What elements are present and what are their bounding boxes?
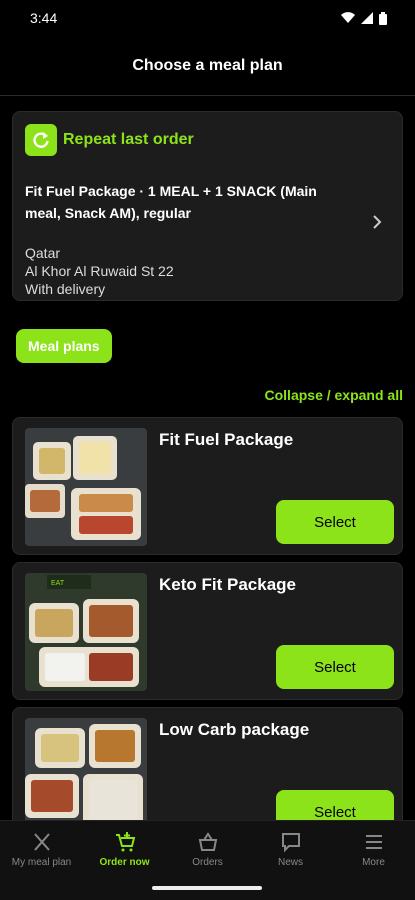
address-street: Al Khor Al Ruwaid St 22	[25, 263, 174, 279]
repeat-address: Qatar Al Khor Al Ruwaid St 22 With deliv…	[25, 244, 174, 298]
chevron-right-icon	[373, 215, 382, 229]
repeat-last-order-card[interactable]: Repeat last order Fit Fuel Package · 1 M…	[12, 111, 403, 301]
collapse-expand-all-link[interactable]: Collapse / expand all	[265, 387, 404, 403]
svg-text:EAT: EAT	[51, 580, 65, 587]
select-button[interactable]: Select	[276, 645, 394, 689]
fork-knife-icon	[33, 833, 50, 851]
nav-label: Order now	[99, 857, 150, 868]
address-country: Qatar	[25, 245, 61, 261]
battery-icon	[379, 11, 387, 25]
page-title: Choose a meal plan	[132, 56, 283, 74]
nav-orders[interactable]: Orders	[166, 831, 249, 868]
package-card[interactable]: Low Carb package Select	[12, 707, 403, 820]
bottom-navigation: My meal plan Order now Orders News More	[0, 820, 415, 900]
package-image	[25, 718, 147, 820]
message-icon	[281, 833, 300, 853]
select-button[interactable]: Select	[276, 790, 394, 820]
repeat-label: Repeat last order	[63, 131, 194, 148]
nav-my-meal-plan[interactable]: My meal plan	[0, 831, 83, 868]
nav-order-now[interactable]: Order now	[83, 831, 166, 868]
package-card[interactable]: Fit Fuel Package Select	[12, 417, 403, 555]
nav-label: More	[362, 857, 385, 868]
status-time: 3:44	[30, 10, 58, 26]
app-header: Choose a meal plan	[0, 36, 415, 96]
repeat-description: Fit Fuel Package · 1 MEAL + 1 SNACK (Mai…	[25, 183, 317, 221]
nav-label: News	[277, 857, 303, 868]
nav-more[interactable]: More	[332, 831, 415, 868]
nav-label: My meal plan	[11, 857, 72, 868]
package-name: Low Carb package	[159, 720, 310, 739]
package-image: EAT	[25, 573, 147, 691]
package-name: Keto Fit Package	[159, 575, 296, 594]
package-card[interactable]: EAT Keto Fit Package Select	[12, 562, 403, 700]
nav-label: Orders	[192, 857, 223, 868]
basket-icon	[198, 832, 217, 851]
menu-icon	[365, 835, 382, 849]
content-area: Repeat last order Fit Fuel Package · 1 M…	[0, 97, 415, 820]
meal-plans-tab[interactable]: Meal plans	[16, 329, 112, 363]
delivery-method: With delivery	[25, 281, 106, 297]
select-button[interactable]: Select	[276, 500, 394, 544]
signal-icon	[361, 12, 373, 24]
wifi-icon	[341, 12, 355, 23]
nav-news[interactable]: News	[249, 831, 332, 868]
cart-icon	[115, 832, 135, 852]
package-image	[25, 428, 147, 546]
home-indicator[interactable]	[152, 886, 262, 890]
status-bar: 3:44	[0, 0, 415, 36]
repeat-icon	[25, 124, 57, 156]
package-name: Fit Fuel Package	[159, 430, 294, 449]
